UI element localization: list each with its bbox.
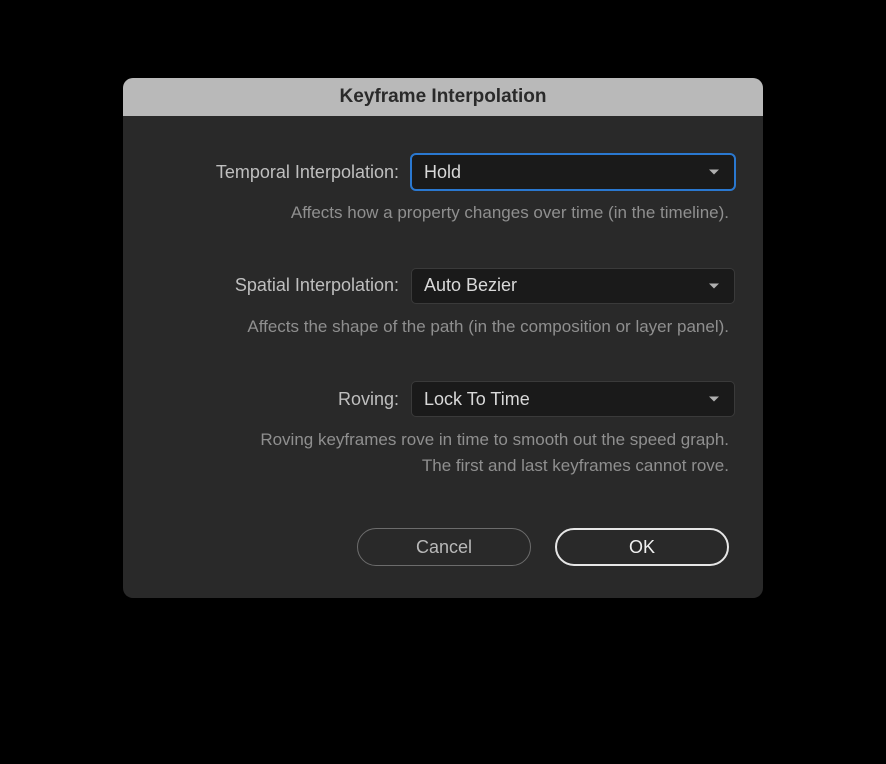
title-bar: Keyframe Interpolation xyxy=(123,78,763,116)
dialog-content: Temporal Interpolation: Hold Affects how… xyxy=(123,116,763,598)
chevron-down-icon xyxy=(708,393,720,405)
chevron-down-icon xyxy=(708,280,720,292)
roving-select[interactable]: Lock To Time xyxy=(411,381,735,417)
temporal-description: Affects how a property changes over time… xyxy=(151,200,735,226)
button-row: Cancel OK xyxy=(151,528,735,572)
temporal-label: Temporal Interpolation: xyxy=(151,162,411,183)
cancel-button[interactable]: Cancel xyxy=(357,528,531,566)
temporal-select[interactable]: Hold xyxy=(411,154,735,190)
spatial-description: Affects the shape of the path (in the co… xyxy=(151,314,735,340)
keyframe-interpolation-dialog: Keyframe Interpolation Temporal Interpol… xyxy=(123,78,763,598)
spatial-label: Spatial Interpolation: xyxy=(151,275,411,296)
roving-value: Lock To Time xyxy=(424,389,530,410)
roving-row: Roving: Lock To Time xyxy=(151,381,735,417)
chevron-down-icon xyxy=(708,166,720,178)
ok-button[interactable]: OK xyxy=(555,528,729,566)
roving-description: Roving keyframes rove in time to smooth … xyxy=(151,427,735,478)
spatial-row: Spatial Interpolation: Auto Bezier xyxy=(151,268,735,304)
temporal-row: Temporal Interpolation: Hold xyxy=(151,154,735,190)
spatial-select[interactable]: Auto Bezier xyxy=(411,268,735,304)
spatial-value: Auto Bezier xyxy=(424,275,517,296)
temporal-value: Hold xyxy=(424,162,461,183)
dialog-title: Keyframe Interpolation xyxy=(340,86,547,108)
roving-label: Roving: xyxy=(151,389,411,410)
